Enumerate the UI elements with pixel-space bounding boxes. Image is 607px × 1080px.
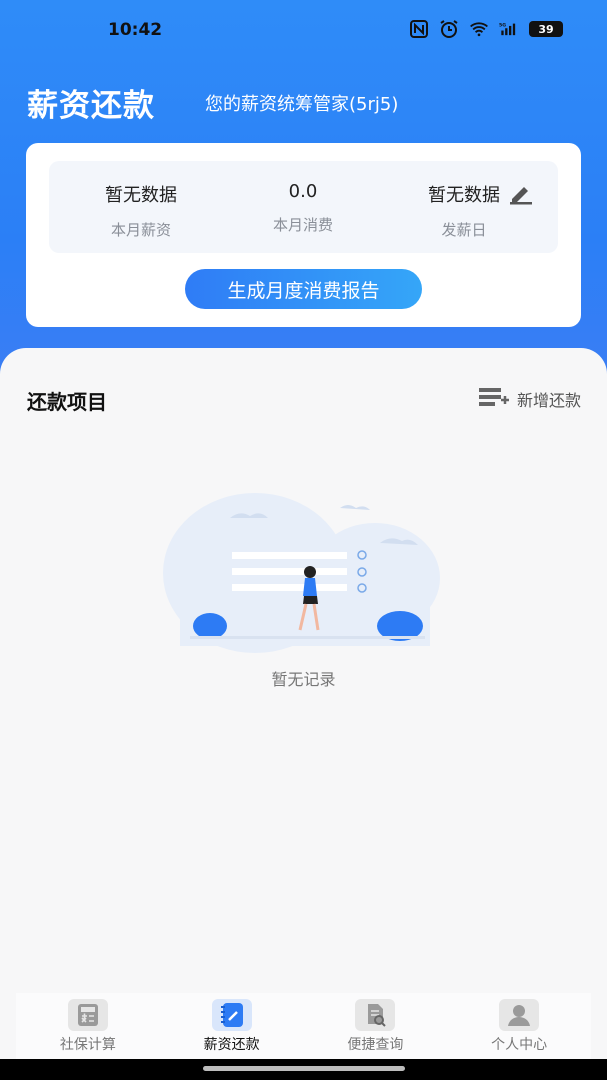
stats-panel: 暂无数据 本月薪资 0.0 本月消费 暂无数据 发薪日 <box>49 161 558 253</box>
user-icon <box>499 999 540 1031</box>
tab-label: 薪资还款 <box>203 1037 260 1053</box>
tab-quick-query[interactable]: 便捷查询 <box>304 993 448 1059</box>
calculator-icon <box>67 999 108 1031</box>
stat-label: 本月薪资 <box>110 221 171 239</box>
summary-card: 暂无数据 本月薪资 0.0 本月消费 暂无数据 发薪日 生成月度消费报告 <box>26 143 581 327</box>
document-search-icon <box>355 999 396 1031</box>
page-title: 薪资还款 <box>27 88 155 124</box>
status-icons: 5G 39 <box>409 20 563 38</box>
section-title: 还款项目 <box>27 390 107 414</box>
stat-label: 发薪日 <box>441 221 487 239</box>
notebook-icon <box>211 999 252 1031</box>
generate-report-button[interactable]: 生成月度消费报告 <box>185 269 422 309</box>
add-repayment-label: 新增还款 <box>516 391 581 410</box>
stat-value: 暂无数据 <box>105 185 177 206</box>
wifi-icon <box>469 20 489 38</box>
tab-label: 个人中心 <box>491 1037 548 1053</box>
edit-icon[interactable] <box>508 183 534 205</box>
tab-salary-repayment[interactable]: 薪资还款 <box>160 993 304 1059</box>
svg-text:5G: 5G <box>499 23 506 29</box>
repayment-section: 还款项目 新增还款 暂无记录 <box>0 348 607 993</box>
nfc-icon <box>409 20 429 38</box>
stat-monthly-spending: 0.0 本月消费 <box>228 181 378 235</box>
add-list-icon <box>478 386 509 412</box>
status-bar: 10:42 5G 39 <box>0 0 607 60</box>
signal-icon: 5G <box>499 20 519 38</box>
page-subtitle: 您的薪资统筹管家(5rj5) <box>205 94 399 115</box>
tab-label: 社保计算 <box>59 1037 116 1053</box>
alarm-icon <box>439 20 459 38</box>
stat-label: 本月消费 <box>272 216 333 234</box>
home-indicator[interactable] <box>203 1066 405 1071</box>
empty-state-illustration <box>160 488 445 653</box>
add-repayment-button[interactable]: 新增还款 <box>478 386 581 412</box>
status-time: 10:42 <box>108 20 163 40</box>
battery-icon: 39 <box>529 21 563 37</box>
tab-label: 便捷查询 <box>347 1037 404 1053</box>
bottom-tab-bar: 社保计算 薪资还款 便捷查询 个人中心 <box>16 993 591 1059</box>
stat-monthly-salary: 暂无数据 本月薪资 <box>66 181 216 240</box>
stat-value: 0.0 <box>288 181 318 202</box>
tab-social-security[interactable]: 社保计算 <box>16 993 160 1059</box>
empty-state-text: 暂无记录 <box>271 670 336 689</box>
tab-personal-center[interactable]: 个人中心 <box>447 993 591 1059</box>
